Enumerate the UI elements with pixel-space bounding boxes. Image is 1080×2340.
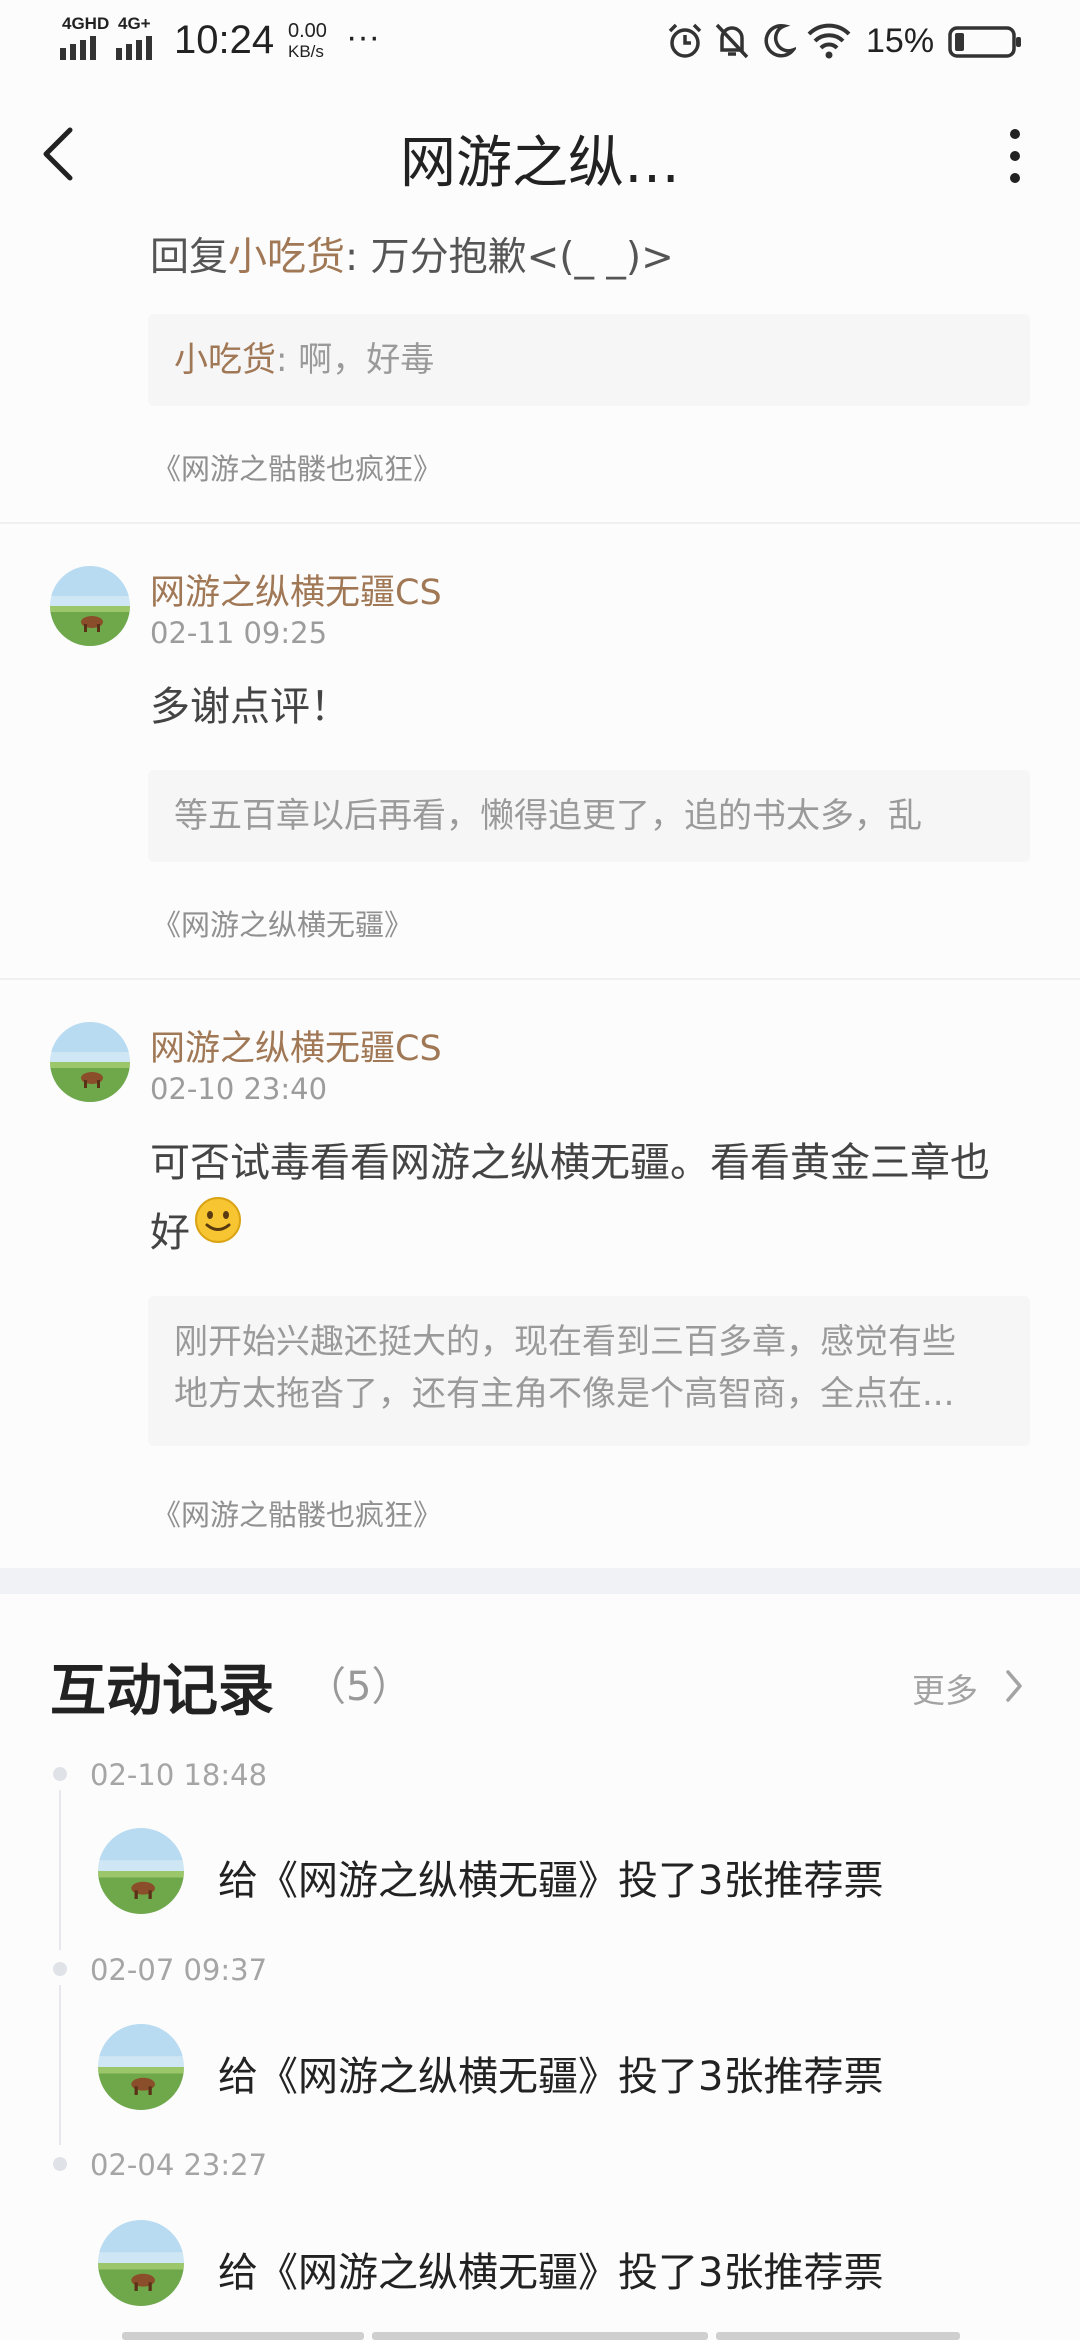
record-text: 给《网游之纵横无疆》投了3张推荐票 — [218, 2054, 884, 2100]
reply-text: 回复小吃货: 万分抱歉<(_ _)> — [150, 226, 674, 282]
timeline-dot — [53, 2157, 67, 2171]
bottom-bar-segment — [716, 2332, 960, 2340]
avatar-icon — [98, 2220, 184, 2306]
smiley-emoji — [195, 1197, 241, 1243]
avatar[interactable] — [98, 1828, 184, 1914]
book-link[interactable]: 《网游之骷髅也疯狂》 — [152, 446, 442, 488]
network-label-1: 4GHD — [62, 14, 110, 33]
comment-text-line-1: 可否试毒看看网游之纵横无疆。看看黄金三章也 — [150, 1140, 990, 1186]
quote-text-line-2: 地方太拖沓了，还有主角不像是个高智商，全点在... — [174, 1374, 955, 1414]
status-time: 10:24 — [174, 18, 275, 62]
record-text: 给《网游之纵横无疆》投了3张推荐票 — [218, 1858, 884, 1904]
quote-box[interactable]: 等五百章以后再看，懒得追更了，追的书太多，乱 — [148, 770, 1030, 862]
avatar-icon — [50, 566, 130, 646]
reply-content: : 万分抱歉<(_ _)> — [345, 235, 674, 280]
quote-box[interactable]: 小吃货: 啊，好毒 — [148, 314, 1030, 406]
signal-icon — [60, 36, 96, 60]
status-bar: 4GHD 4G+ 10:24 0.00 KB/s ··· 15% — [0, 0, 1080, 80]
battery-percent: 15% — [866, 22, 935, 60]
timeline-line — [59, 1790, 61, 1950]
reply-prefix: 回复 — [150, 235, 229, 280]
status-dots: ··· — [346, 18, 380, 56]
quote-text: 等五百章以后再看，懒得追更了，追的书太多，乱 — [174, 796, 922, 836]
comment-time: 02-11 09:25 — [150, 616, 328, 650]
comment-author[interactable]: 网游之纵横无疆CS — [150, 564, 442, 615]
bottom-bar-segment — [372, 2332, 708, 2340]
avatar-icon — [50, 1022, 130, 1102]
timeline-dot — [53, 1767, 67, 1781]
book-link[interactable]: 《网游之纵横无疆》 — [152, 902, 413, 944]
record-time: 02-04 23:27 — [90, 2148, 268, 2182]
page-title: 网游之纵… — [400, 131, 680, 196]
record-time: 02-07 09:37 — [90, 1953, 268, 1987]
section-separator — [0, 1568, 1080, 1594]
avatar[interactable] — [98, 2220, 184, 2306]
record-time: 02-10 18:48 — [90, 1758, 268, 1792]
comment-time: 02-10 23:40 — [150, 1072, 328, 1106]
timeline-line — [59, 1985, 61, 2145]
book-link[interactable]: 《网游之骷髅也疯狂》 — [152, 1492, 442, 1534]
avatar-icon — [98, 2024, 184, 2110]
divider — [0, 522, 1080, 524]
more-vertical-icon[interactable] — [1000, 124, 1030, 188]
records-count: （5） — [306, 1664, 412, 1710]
records-title: 互动记录 — [50, 1658, 274, 1724]
moon-icon — [764, 23, 796, 58]
avatar[interactable] — [50, 566, 130, 646]
avatar[interactable] — [98, 2024, 184, 2110]
quote-text: 小吃货: 啊，好毒 — [174, 334, 434, 386]
reply-user-link[interactable]: 小吃货 — [228, 235, 345, 280]
comment-text: 多谢点评！ — [150, 684, 350, 730]
more-link[interactable]: 更多 — [912, 1664, 978, 1712]
battery-icon — [948, 26, 1021, 58]
timeline-dot — [53, 1962, 67, 1976]
network-label-2: 4G+ — [118, 14, 151, 33]
mute-icon — [715, 23, 749, 59]
signal-icon — [116, 36, 152, 60]
quote-user-link[interactable]: 小吃货 — [174, 340, 276, 380]
wifi-icon — [807, 23, 851, 59]
bottom-bar-segment — [122, 2332, 364, 2340]
net-speed-value: 0.00 — [288, 20, 327, 42]
quote-text-line-1: 刚开始兴趣还挺大的，现在看到三百多章，感觉有些 — [174, 1322, 956, 1362]
avatar-icon — [98, 1828, 184, 1914]
record-text: 给《网游之纵横无疆》投了3张推荐票 — [218, 2250, 884, 2296]
comment-author[interactable]: 网游之纵横无疆CS — [150, 1020, 442, 1071]
comment-text-line-2: 好 — [150, 1210, 190, 1256]
net-speed-unit: KB/s — [288, 42, 324, 61]
quote-box[interactable]: 刚开始兴趣还挺大的，现在看到三百多章，感觉有些 地方太拖沓了，还有主角不像是个高… — [148, 1296, 1030, 1446]
chevron-right-icon[interactable] — [1004, 1668, 1024, 1704]
alarm-icon — [668, 23, 702, 58]
quote-content: : 啊，好毒 — [276, 340, 435, 380]
divider — [0, 978, 1080, 980]
avatar[interactable] — [50, 1022, 130, 1102]
